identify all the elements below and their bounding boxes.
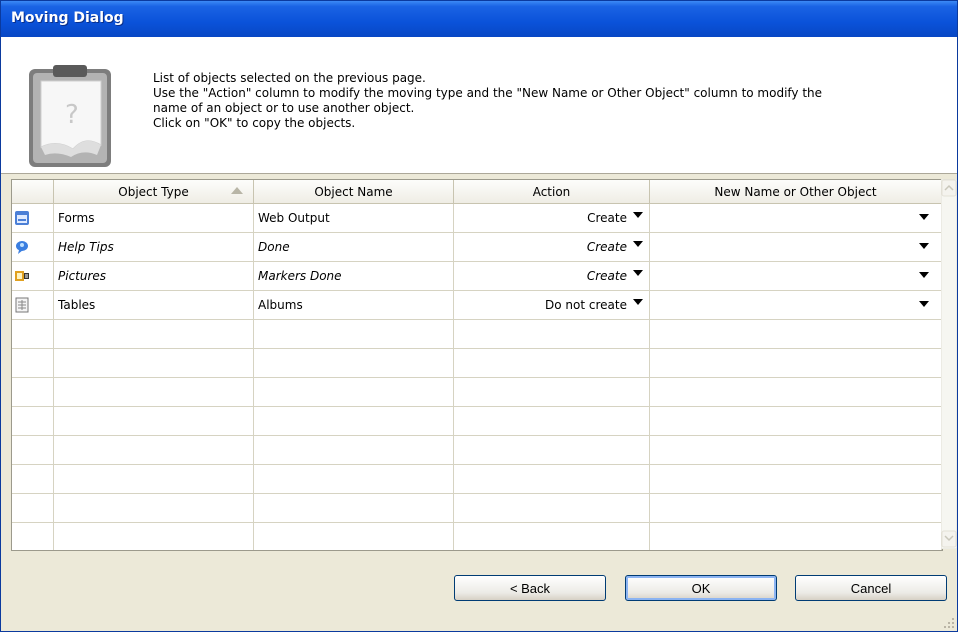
description-line: name of an object or to use another obje… bbox=[153, 101, 415, 115]
object-type-cell[interactable]: Tables bbox=[54, 291, 254, 320]
column-header-label: Action bbox=[532, 184, 571, 199]
objects-table[interactable]: Object Type Object Name Action New Name … bbox=[11, 179, 943, 551]
pictures-icon bbox=[15, 271, 29, 281]
clipboard-help-icon: ? bbox=[27, 65, 115, 169]
new-name-dropdown[interactable] bbox=[650, 204, 942, 233]
row-icon-cell bbox=[12, 233, 54, 262]
chevron-down-icon[interactable] bbox=[633, 299, 643, 305]
empty-row bbox=[12, 494, 942, 523]
action-dropdown[interactable]: Create bbox=[454, 233, 650, 262]
resize-grip-icon[interactable] bbox=[943, 617, 955, 629]
chevron-down-icon[interactable] bbox=[633, 212, 643, 218]
ok-button[interactable]: OK bbox=[625, 575, 777, 601]
help-tip-icon bbox=[16, 241, 28, 254]
table-row[interactable]: Pictures Markers Done Create bbox=[12, 262, 942, 291]
action-value: Create bbox=[586, 240, 627, 254]
form-icon bbox=[15, 211, 29, 225]
empty-row bbox=[12, 436, 942, 465]
table-icon bbox=[15, 297, 29, 313]
table-row[interactable]: Tables Albums Do not create bbox=[12, 291, 942, 320]
back-button[interactable]: < Back bbox=[454, 575, 606, 601]
action-value: Do not create bbox=[545, 298, 627, 312]
object-name-cell[interactable]: Done bbox=[254, 233, 454, 262]
svg-text:?: ? bbox=[65, 100, 79, 130]
chevron-down-icon[interactable] bbox=[919, 301, 929, 307]
row-selector-header bbox=[12, 180, 54, 204]
row-icon-cell bbox=[12, 262, 54, 291]
chevron-down-icon[interactable] bbox=[919, 214, 929, 220]
column-header-action[interactable]: Action bbox=[454, 180, 650, 204]
column-header-object-name[interactable]: Object Name bbox=[254, 180, 454, 204]
action-dropdown[interactable]: Create bbox=[454, 204, 650, 233]
object-type-cell[interactable]: Help Tips bbox=[54, 233, 254, 262]
object-type-cell[interactable]: Forms bbox=[54, 204, 254, 233]
column-header-label: New Name or Other Object bbox=[714, 184, 877, 199]
new-name-dropdown[interactable] bbox=[650, 291, 942, 320]
object-name-cell[interactable]: Web Output bbox=[254, 204, 454, 233]
object-type-cell[interactable]: Pictures bbox=[54, 262, 254, 291]
row-icon-cell bbox=[12, 204, 54, 233]
chevron-down-icon[interactable] bbox=[633, 241, 643, 247]
column-header-label: Object Name bbox=[314, 184, 393, 199]
cancel-button[interactable]: Cancel bbox=[795, 575, 947, 601]
new-name-dropdown[interactable] bbox=[650, 233, 942, 262]
vertical-scrollbar[interactable] bbox=[940, 178, 958, 550]
moving-dialog-window: Moving Dialog ? List of objects selected… bbox=[0, 0, 958, 632]
column-header-label: Object Type bbox=[118, 184, 189, 199]
empty-row bbox=[12, 349, 942, 378]
column-header-new-name[interactable]: New Name or Other Object bbox=[650, 180, 942, 204]
action-value: Create bbox=[587, 211, 627, 225]
chevron-down-icon[interactable] bbox=[919, 272, 929, 278]
window-title: Moving Dialog bbox=[11, 10, 124, 26]
dialog-header: ? List of objects selected on the previo… bbox=[1, 37, 957, 174]
sort-ascending-icon bbox=[231, 187, 243, 194]
action-value: Create bbox=[586, 269, 627, 283]
row-icon-cell bbox=[12, 291, 54, 320]
empty-row bbox=[12, 407, 942, 436]
action-dropdown[interactable]: Create bbox=[454, 262, 650, 291]
object-name-cell[interactable]: Markers Done bbox=[254, 262, 454, 291]
description-text: List of objects selected on the previous… bbox=[153, 71, 822, 131]
title-bar[interactable]: Moving Dialog bbox=[1, 1, 957, 37]
empty-row bbox=[12, 378, 942, 407]
chevron-down-icon[interactable] bbox=[633, 270, 643, 276]
empty-row bbox=[12, 523, 942, 550]
new-name-dropdown[interactable] bbox=[650, 262, 942, 291]
description-line: Use the "Action" column to modify the mo… bbox=[153, 86, 823, 100]
chevron-down-icon[interactable] bbox=[919, 243, 929, 249]
empty-row bbox=[12, 465, 942, 494]
description-line: List of objects selected on the previous… bbox=[153, 71, 426, 85]
action-dropdown[interactable]: Do not create bbox=[454, 291, 650, 320]
table-row[interactable]: Help Tips Done Create bbox=[12, 233, 942, 262]
description-line: Click on "OK" to copy the objects. bbox=[153, 116, 356, 130]
table-row[interactable]: Forms Web Output Create bbox=[12, 204, 942, 233]
empty-row bbox=[12, 320, 942, 349]
column-header-object-type[interactable]: Object Type bbox=[54, 180, 254, 204]
object-name-cell[interactable]: Albums bbox=[254, 291, 454, 320]
